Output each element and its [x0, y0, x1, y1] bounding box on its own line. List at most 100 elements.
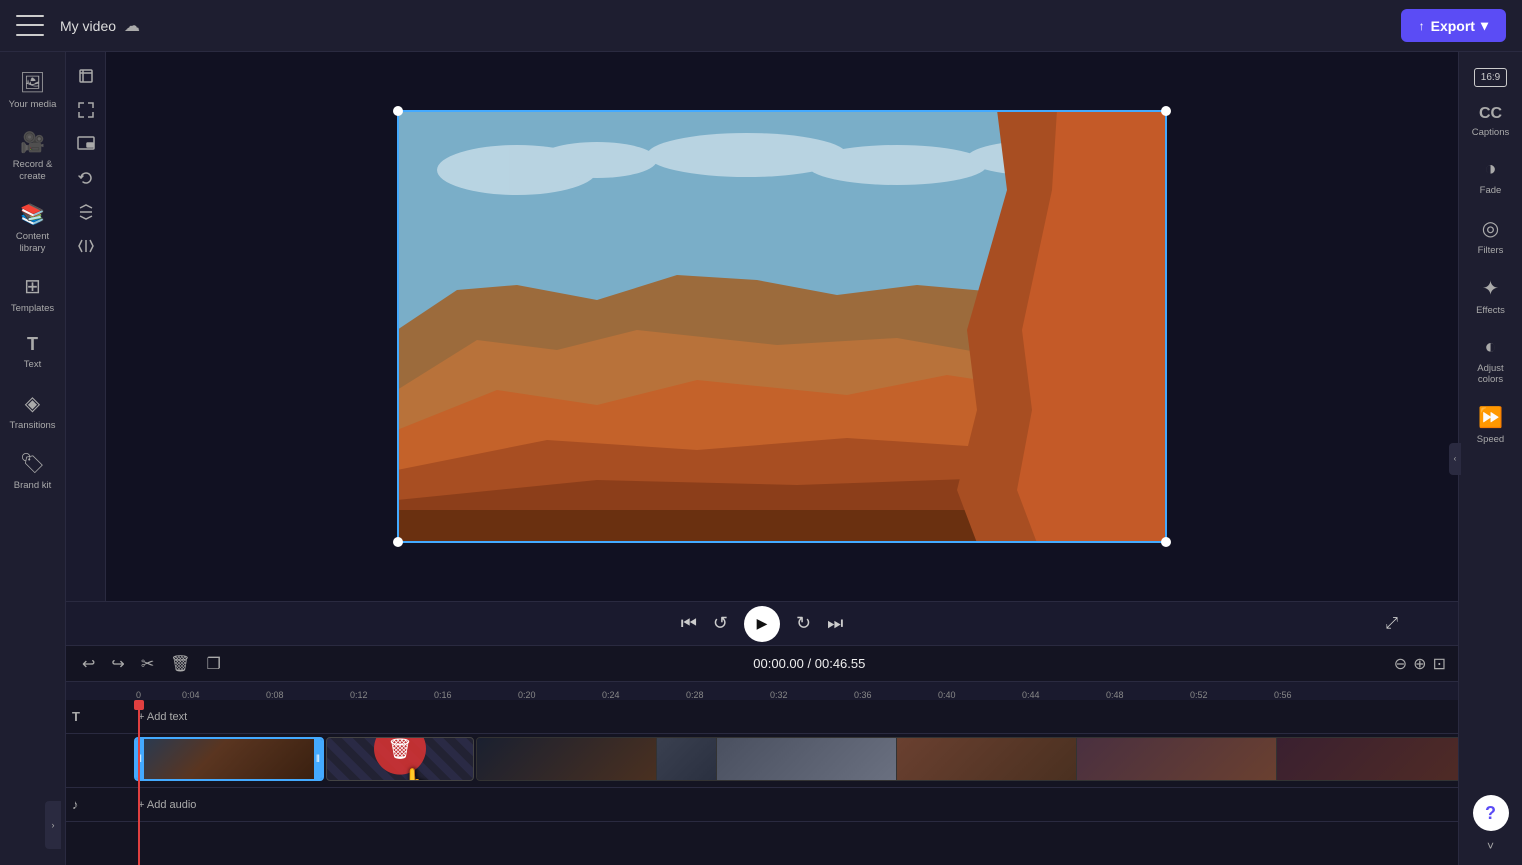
clip-segment-2[interactable] [657, 738, 717, 780]
playback-bar: ⏮ ↺ ▶ ↻ ⏭ ⤢ [66, 601, 1458, 645]
ruler-mark: 0:04 [180, 689, 264, 700]
video-track-label [66, 734, 134, 742]
sidebar-label-record-create: Record &create [13, 159, 53, 182]
add-text-button[interactable]: + Add text [134, 700, 1458, 733]
duplicate-button[interactable]: ❐ [203, 650, 225, 678]
sidebar-item-content-library[interactable]: 📚 Contentlibrary [0, 192, 65, 264]
ruler-mark: 0:32 [768, 689, 852, 700]
your-media-icon: 🖼 [20, 70, 45, 95]
clip-left-handle[interactable]: ‖ [136, 739, 144, 779]
tools-panel [66, 52, 106, 601]
templates-icon: ⊞ [24, 274, 41, 299]
right-item-effects[interactable]: ✦ Effects [1459, 266, 1522, 326]
redo-button[interactable]: ↪ [107, 650, 128, 678]
undo-button[interactable]: ↩ [78, 650, 99, 678]
ruler-track: 0 0:04 0:08 0:12 0:16 0:20 0:24 0:28 0:3… [66, 682, 1356, 700]
skip-to-end-button[interactable]: ⏭ [827, 613, 843, 634]
forward-button[interactable]: ↻ [796, 613, 811, 634]
zoom-out-button[interactable]: ⊖ [1394, 654, 1407, 674]
video-clips-rest[interactable] [476, 737, 1458, 781]
right-item-captions[interactable]: CC Captions [1459, 95, 1522, 148]
clip-segment-4[interactable] [897, 738, 1077, 780]
right-item-speed[interactable]: ⏩ Speed [1459, 395, 1522, 455]
handle-bottom-right[interactable] [1161, 537, 1171, 547]
sidebar-item-record-create[interactable]: 🎥 Record &create [0, 120, 65, 192]
handle-bottom-left[interactable] [393, 537, 403, 547]
sidebar-collapse-button[interactable]: › [45, 801, 61, 849]
right-item-filters[interactable]: ◎ Filters [1459, 206, 1522, 266]
clip-segment-1[interactable] [477, 738, 657, 780]
right-item-adjust-colors[interactable]: ◐ Adjustcolors [1459, 326, 1522, 395]
crop-tool[interactable] [70, 60, 102, 92]
right-sidebar-collapse-button[interactable]: ‹ [1449, 443, 1461, 475]
video-frame [397, 110, 1167, 543]
clip-segment-5[interactable] [1077, 738, 1277, 780]
filters-icon: ◎ [1482, 216, 1499, 241]
canvas-container [106, 52, 1458, 601]
fit-button[interactable]: ⊡ [1433, 654, 1446, 674]
clip-segment-3[interactable] [717, 738, 897, 780]
resize-tool[interactable] [70, 94, 102, 126]
sidebar-label-text: Text [24, 359, 41, 370]
text-track-row: T + Add text [66, 700, 1458, 734]
help-button[interactable]: ? [1473, 795, 1509, 831]
zoom-in-button[interactable]: ⊕ [1413, 654, 1426, 674]
topbar: My video ☁ ↑ Export ▾ [0, 0, 1522, 52]
menu-button[interactable] [16, 12, 44, 40]
ruler-mark: 0:40 [936, 689, 1020, 700]
ruler-mark: 0:36 [852, 689, 936, 700]
handle-top-left[interactable] [393, 106, 403, 116]
clip-thumb-inner [144, 739, 314, 779]
text-icon: T [27, 334, 38, 355]
handle-top-right[interactable] [1161, 106, 1171, 116]
sidebar-item-templates[interactable]: ⊞ Templates [0, 264, 65, 324]
video-track-content[interactable]: ‖ ‖ [134, 734, 1458, 787]
gap-clip[interactable]: Delete this gap 🗑 👆 [326, 737, 474, 781]
text-track-label: T [66, 709, 134, 724]
rewind-button[interactable]: ↺ [713, 613, 728, 634]
ruler-mark: 0:08 [264, 689, 348, 700]
ruler-mark: 0:12 [348, 689, 432, 700]
sidebar-label-brand: Brand kit [14, 480, 52, 491]
captions-label: Captions [1472, 127, 1510, 138]
skip-to-start-button[interactable]: ⏮ [681, 613, 697, 634]
clip-segment-6[interactable] [1277, 738, 1458, 780]
adjust-colors-icon: ◐ [1484, 336, 1496, 359]
rotate-tool[interactable] [70, 162, 102, 194]
sidebar-item-transitions[interactable]: ◈ Transitions [0, 381, 65, 441]
brand-icon: 🏷 [20, 451, 45, 476]
clip-thumbnail [144, 739, 314, 779]
video-track-row: ‖ ‖ [66, 734, 1458, 788]
add-audio-button[interactable]: + Add audio [134, 788, 1458, 821]
timeline-toolbar: ↩ ↪ ✂ 🗑 ❐ 00:00.00 / 00:46.55 ⊖ ⊕ ⊡ [66, 646, 1458, 682]
chevron-down-icon[interactable]: ˅ [1487, 839, 1494, 853]
video-clip-main[interactable]: ‖ ‖ [134, 737, 324, 781]
speed-label: Speed [1477, 434, 1504, 445]
fullscreen-button[interactable]: ⤢ [1385, 615, 1398, 633]
gap-delete-button[interactable]: 🗑 [374, 737, 426, 775]
ruler-mark: 0:52 [1188, 689, 1272, 700]
timeline-time: 00:00.00 / 00:46.55 [753, 656, 865, 671]
cloud-save-icon: ☁ [124, 16, 140, 36]
sidebar-item-text[interactable]: T Text [0, 324, 65, 380]
export-button[interactable]: ↑ Export ▾ [1401, 9, 1506, 42]
export-arrow-icon: ↑ [1419, 19, 1425, 33]
ruler-mark: 0:28 [684, 689, 768, 700]
delete-button[interactable]: 🗑 [166, 650, 194, 678]
clip-right-handle[interactable]: ‖ [314, 739, 322, 779]
sidebar-item-brand[interactable]: 🏷 Brand kit [0, 441, 65, 501]
ruler-mark: 0:16 [432, 689, 516, 700]
right-item-fade[interactable]: ◑ Fade [1459, 148, 1522, 206]
flip-vertical-tool[interactable] [70, 196, 102, 228]
ruler-mark: 0:44 [1020, 689, 1104, 700]
audio-track-label: ♪ [66, 797, 134, 812]
sidebar-label-templates: Templates [11, 303, 54, 314]
flip-horizontal-tool[interactable] [70, 230, 102, 262]
record-create-icon: 🎥 [20, 130, 45, 155]
aspect-ratio-selector[interactable]: 16:9 [1474, 68, 1507, 87]
sidebar-item-your-media[interactable]: 🖼 Your media [0, 60, 65, 120]
pip-tool[interactable] [70, 128, 102, 160]
cut-button[interactable]: ✂ [137, 650, 158, 678]
play-button[interactable]: ▶ [744, 606, 780, 642]
transitions-icon: ◈ [25, 391, 40, 416]
